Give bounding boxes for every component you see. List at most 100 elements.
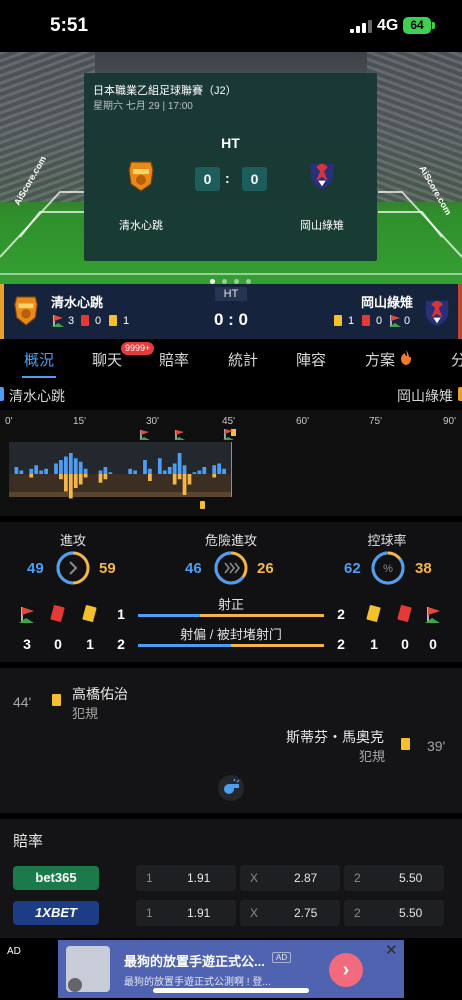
home-team-name: 清水心跳 <box>119 220 163 232</box>
home-red-cards: 0 <box>54 636 62 652</box>
tab-tips[interactable]: 方案 <box>365 349 395 370</box>
odds-home-cell[interactable]: 1 1.91 <box>136 865 236 891</box>
tab-overview[interactable]: 概況 <box>24 349 54 370</box>
battery-icon: 64 <box>403 17 431 34</box>
yellow-card-icon <box>52 694 61 706</box>
away-marker <box>458 387 462 401</box>
dangerous-home: 46 <box>185 560 202 577</box>
yellow-card-icon <box>334 315 342 326</box>
away-team-logo-icon <box>310 163 334 190</box>
possession-ring: % <box>371 551 405 585</box>
away-score: 0 <box>242 167 267 191</box>
home-corners: 3 <box>68 315 75 327</box>
home-momentum-bar <box>14 467 19 474</box>
home-momentum-bar <box>148 468 152 474</box>
stats-panel: 進攻 危險進攻 控球率 49 59 46 26 62 % 38 1 射正 2 3… <box>0 522 462 662</box>
attack-home: 49 <box>27 560 44 577</box>
red-card-icon <box>397 604 412 623</box>
corner-flag-icon <box>52 315 64 327</box>
battery-tip <box>432 22 435 29</box>
tab-stats[interactable]: 統計 <box>228 349 258 370</box>
chat-count-badge: 9999+ <box>121 342 155 355</box>
red-card-icon <box>81 315 89 326</box>
ad-title: 最狗的放置手遊正式公... <box>124 954 265 969</box>
match-hero[interactable]: AiScore.com AiScore.com 日本職業乙組足球聯賽（J2） 星… <box>0 52 462 284</box>
home-momentum-bar <box>34 465 39 474</box>
yellow-card-event-icon <box>200 501 205 509</box>
league-name: 日本職業乙組足球聯賽（J2） <box>93 85 237 97</box>
ad-label: AD <box>7 946 21 957</box>
ad-go-button[interactable]: › <box>329 953 363 987</box>
corner-flag-icon <box>19 607 34 623</box>
away-red-cards: 0 <box>376 315 383 327</box>
event-minute: 39' <box>427 738 446 754</box>
home-team-label: 清水心跳 <box>9 388 65 404</box>
event-player[interactable]: 高橋佑治 <box>72 684 128 704</box>
minute-label: 90' <box>443 416 457 427</box>
home-score: 0 <box>195 167 220 191</box>
home-indicator <box>153 988 309 993</box>
home-momentum-bar <box>59 460 63 474</box>
away-momentum-bar <box>172 474 177 485</box>
away-color-edge <box>458 284 462 339</box>
corner-flag-icon <box>425 607 440 623</box>
bookmaker-bet365[interactable]: bet365 <box>13 866 99 890</box>
away-red-cards: 0 <box>401 636 409 652</box>
home-momentum-bar <box>78 461 83 474</box>
mute-icon[interactable] <box>68 978 82 992</box>
away-yellow-cards: 1 <box>348 315 355 327</box>
home-marker <box>0 387 4 401</box>
tab-lineup[interactable]: 陣容 <box>296 349 326 370</box>
dangerous-away: 26 <box>257 560 274 577</box>
signal-icon <box>350 20 372 33</box>
odds-draw-cell[interactable]: X 2.87 <box>240 865 340 891</box>
away-corners: 0 <box>429 636 437 652</box>
yellow-card-icon <box>366 604 381 623</box>
odds-home-cell[interactable]: 1 1.91 <box>136 900 236 926</box>
possession-home: 62 <box>344 560 361 577</box>
events-list: 44' 高橋佑治 犯規 斯蒂芬・馬奧克 犯規 39' <box>0 668 462 813</box>
away-momentum-bar <box>187 474 192 485</box>
dangerous-ring <box>214 551 248 585</box>
away-momentum-bar <box>29 474 34 478</box>
home-momentum-bar <box>157 458 162 474</box>
bookmaker-1xbet[interactable]: 1XBET <box>13 901 99 925</box>
attack-away: 59 <box>99 560 116 577</box>
odds-away-cell[interactable]: 2 5.50 <box>344 865 444 891</box>
away-momentum-bar <box>83 474 88 478</box>
home-momentum-bar <box>68 453 73 474</box>
home-team-name: 清水心跳 <box>51 295 104 310</box>
fire-icon <box>401 350 411 365</box>
event-player[interactable]: 斯蒂芬・馬奧克 <box>286 727 384 747</box>
away-momentum-bar <box>212 474 217 478</box>
away-momentum-bar <box>148 474 152 481</box>
away-momentum-bar <box>103 474 108 480</box>
minute-label: 0' <box>5 416 13 427</box>
odds-away-cell[interactable]: 2 5.50 <box>344 900 444 926</box>
match-datetime: 星期六 七月 29 | 17:00 <box>93 101 193 112</box>
home-momentum-bar <box>44 468 48 474</box>
score-separator: : <box>225 170 230 186</box>
home-momentum-bar <box>182 465 187 474</box>
tab-bar: 概況 聊天 9999+ 賠率 統計 陣容 方案 分 <box>0 339 462 379</box>
away-yellow-cards: 1 <box>370 636 378 652</box>
tab-chat[interactable]: 聊天 <box>92 349 122 370</box>
home-momentum-bar <box>167 467 172 474</box>
yellow-card-icon <box>109 315 117 326</box>
home-momentum-bar <box>133 470 137 474</box>
home-momentum-bar <box>63 456 68 474</box>
home-momentum-bar <box>192 472 197 474</box>
carousel-dots[interactable] <box>210 271 258 284</box>
tab-odds[interactable]: 賠率 <box>159 349 189 370</box>
home-momentum-bar <box>83 468 88 474</box>
home-momentum-bar <box>128 468 133 474</box>
minute-label: 45' <box>222 416 236 427</box>
corner-flag-icon <box>389 315 401 327</box>
away-momentum-bar <box>73 474 78 488</box>
home-color-edge <box>0 284 4 339</box>
odds-draw-cell[interactable]: X 2.75 <box>240 900 340 926</box>
home-momentum-bar <box>98 470 103 474</box>
tab-more[interactable]: 分 <box>451 349 462 370</box>
ad-close-icon[interactable]: ✕ <box>385 941 398 959</box>
home-momentum-bar <box>108 472 113 474</box>
